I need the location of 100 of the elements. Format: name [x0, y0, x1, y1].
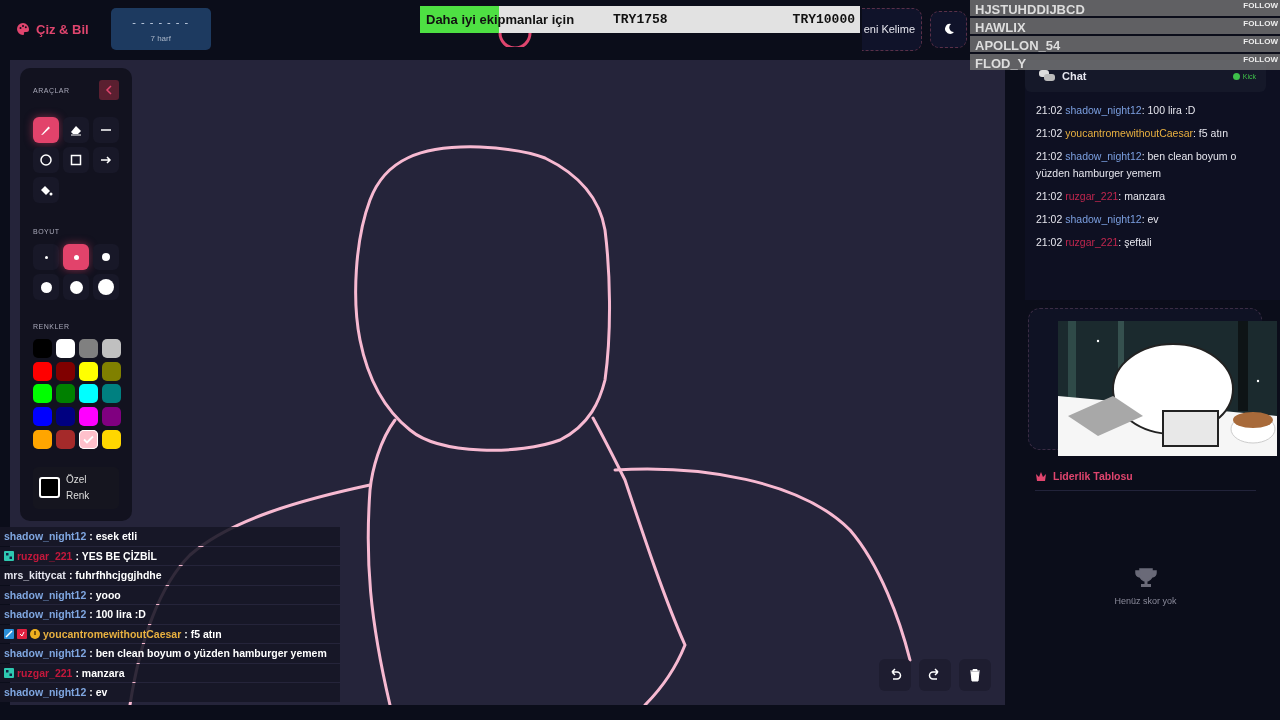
- size-button[interactable]: [93, 244, 119, 270]
- dot-icon: [73, 254, 79, 260]
- custom-color-swatch[interactable]: [39, 477, 60, 499]
- letter-count: 7 harf: [150, 33, 171, 43]
- follower-name: HAWLIX: [975, 20, 1026, 35]
- eraser-icon: [69, 123, 83, 137]
- color-swatch[interactable]: [33, 384, 52, 404]
- chat-message-text: : yooo: [89, 588, 121, 601]
- chat-username: shadow_night12: [4, 608, 87, 621]
- circle-icon: [39, 153, 53, 167]
- spinner-icon: [498, 33, 532, 47]
- follower-name: FLOD_Y: [975, 56, 1027, 71]
- sub-badge-icon: [4, 550, 14, 561]
- chat-username: shadow_night12: [4, 647, 87, 660]
- follow-label: FOLLOW: [1243, 1, 1278, 10]
- clear-button[interactable]: [959, 659, 991, 691]
- sub-badge-icon: [4, 667, 14, 678]
- new-word-button[interactable]: eni Kelime: [861, 7, 922, 51]
- size-button[interactable]: [93, 274, 119, 300]
- chat-message-text: : fuhrfhhcjggjhdhe: [68, 569, 162, 582]
- follow-label: FOLLOW: [1243, 55, 1278, 64]
- chat-username: mrs_kittycat: [4, 569, 66, 582]
- chat-message-text: : esek etli: [89, 530, 138, 543]
- chat-message: 21:02 youcantromewithoutCaesar: f5 atın: [1036, 126, 1230, 141]
- dot-icon: [98, 279, 114, 295]
- dot-icon: [102, 253, 110, 261]
- goal-target: TRY10000: [792, 12, 855, 27]
- color-swatch[interactable]: [102, 407, 121, 427]
- chat-message: 21:02 shadow_night12: ben clean boyum o yüzden hamburger yemem: [1036, 149, 1238, 181]
- tool-button[interactable]: [93, 147, 119, 173]
- check-icon: [83, 434, 94, 444]
- dot-icon: [69, 280, 83, 294]
- tool-button[interactable]: [93, 117, 119, 143]
- chat-message: 21:02 ruzgar_221: şeftali: [1036, 235, 1153, 250]
- chat-message: 21:02 shadow_night12: 100 lira :D: [1036, 103, 1197, 118]
- color-swatch[interactable]: [33, 361, 52, 381]
- chat-username: shadow_night12: [4, 686, 87, 699]
- tool-button[interactable]: [63, 147, 89, 173]
- chat-message-text: : f5 atın: [184, 627, 222, 640]
- coin-badge-icon: [30, 628, 40, 639]
- color-swatch[interactable]: [102, 384, 121, 404]
- verified-badge-icon: [17, 628, 27, 639]
- color-swatch[interactable]: [79, 429, 98, 449]
- paint-bucket-icon: [39, 183, 53, 197]
- redo-icon: [928, 668, 942, 682]
- chat-message-text: : 100 lira :D: [89, 608, 146, 621]
- color-swatch[interactable]: [79, 384, 98, 404]
- follower-name: APOLLON_54: [975, 38, 1061, 53]
- dot-icon: [44, 255, 48, 259]
- moon-icon: [942, 23, 955, 35]
- size-button[interactable]: [33, 274, 59, 300]
- redo-button[interactable]: [919, 659, 951, 691]
- follow-label: FOLLOW: [1243, 19, 1278, 28]
- size-button[interactable]: [63, 274, 89, 300]
- chat-message: 21:02 shadow_night12: ev: [1036, 212, 1160, 227]
- chat-title: Chat: [1062, 70, 1087, 82]
- color-swatch[interactable]: [102, 339, 121, 358]
- dot-icon: [40, 281, 52, 293]
- tool-button[interactable]: [33, 177, 59, 203]
- chat-bubbles-icon: [1039, 70, 1055, 82]
- color-swatch[interactable]: [56, 429, 75, 449]
- color-swatch[interactable]: [102, 429, 121, 449]
- theme-button[interactable]: [930, 10, 967, 48]
- goal-current: TRY1758: [613, 12, 668, 27]
- color-swatch[interactable]: [33, 339, 52, 358]
- follower-name: HJSTUHDDIJBCD: [975, 2, 1085, 17]
- chat-message-text: : ev: [89, 686, 108, 699]
- custom-color-label: Özel Renk: [66, 472, 91, 503]
- color-swatch[interactable]: [56, 361, 75, 381]
- undo-icon: [888, 668, 902, 682]
- leaderboard-title: Liderlik Tablosu: [1053, 470, 1133, 482]
- chevron-left-icon: [105, 85, 113, 95]
- word-hint: - - - - - - -: [132, 15, 190, 28]
- color-swatch[interactable]: [33, 429, 52, 449]
- trash-icon: [968, 668, 982, 682]
- color-swatch[interactable]: [102, 361, 121, 381]
- tool-button[interactable]: [63, 117, 89, 143]
- empty-leaderboard-text: Henüz skor yok: [1114, 596, 1177, 606]
- tool-button[interactable]: [33, 147, 59, 173]
- chat-message: 21:02 ruzgar_221: manzara: [1036, 189, 1166, 204]
- color-swatch[interactable]: [79, 361, 98, 381]
- chat-username: shadow_night12: [4, 588, 87, 601]
- size-button[interactable]: [63, 244, 89, 270]
- online-dot-icon: [1232, 72, 1240, 80]
- color-swatch[interactable]: [56, 384, 75, 404]
- color-swatch[interactable]: [79, 339, 98, 358]
- chat-username: ruzgar_221: [17, 666, 73, 679]
- color-swatch[interactable]: [56, 339, 75, 358]
- tool-button[interactable]: [33, 117, 59, 143]
- chat-message-text: : YES BE ÇİZBİL: [75, 549, 157, 562]
- undo-button[interactable]: [879, 659, 911, 691]
- sword-badge-icon: [4, 628, 14, 639]
- chat-message-text: : manzara: [75, 666, 125, 679]
- chat-username: ruzgar_221: [17, 549, 73, 562]
- color-swatch[interactable]: [79, 407, 98, 427]
- crown-icon: [1035, 471, 1047, 481]
- square-icon: [69, 153, 83, 167]
- color-swatch[interactable]: [33, 407, 52, 427]
- chat-username: youcantromewithoutCaesar: [43, 627, 182, 640]
- color-swatch[interactable]: [56, 407, 75, 427]
